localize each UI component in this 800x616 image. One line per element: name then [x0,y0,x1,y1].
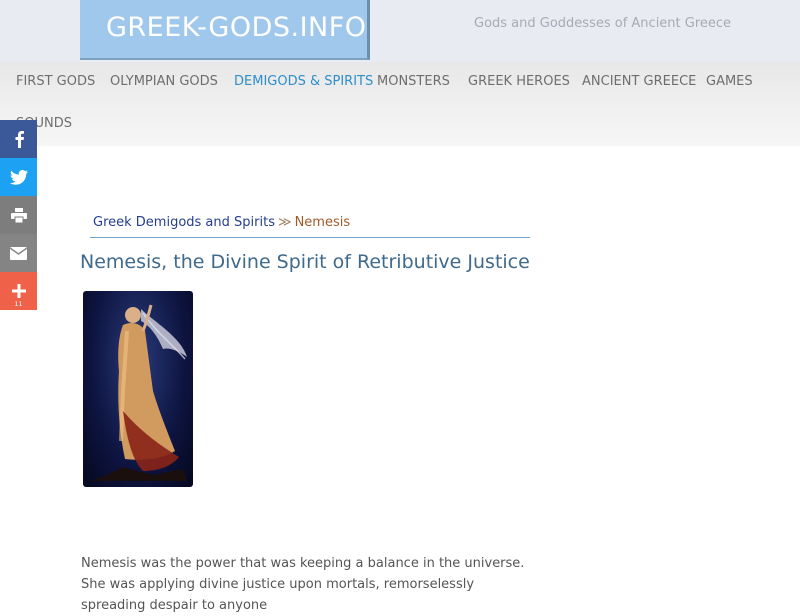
breadcrumb-separator: ≫ [277,215,292,230]
page-title: Nemesis, the Divine Spirit of Retributiv… [80,251,530,273]
site-logo[interactable]: GREEK-GODS.INFO [80,0,370,60]
nemesis-image [83,291,193,487]
nav-item-first-gods[interactable]: FIRST GODS [16,74,95,89]
print-button[interactable] [0,196,37,234]
facebook-icon [15,131,24,148]
twitter-icon [9,169,28,185]
nav-item-olympian-gods[interactable]: OLYMPIAN GODS [110,74,218,89]
facebook-share-button[interactable] [0,120,37,158]
email-share-button[interactable] [0,234,37,272]
print-icon [10,207,27,223]
nav-item-ancient-greece[interactable]: ANCIENT GREECE [582,74,696,89]
nav-item-demigods-spirits[interactable]: DEMIGODS & SPIRITS [234,74,373,89]
share-plus-icon [11,284,26,298]
share-count: 11 [14,301,23,308]
more-share-button[interactable]: 11 [0,272,37,310]
nav-item-games[interactable]: GAMES [706,74,753,89]
breadcrumb-current: Nemesis [294,215,351,230]
twitter-share-button[interactable] [0,158,37,196]
article-intro: Nemesis was the power that was keeping a… [81,556,525,613]
breadcrumb-parent-link[interactable]: Greek Demigods and Spirits [93,215,275,230]
top-header: GREEK-GODS.INFO Gods and Goddesses of An… [0,0,800,62]
email-icon [10,246,27,260]
nemesis-illustration [89,304,187,481]
site-tagline: Gods and Goddesses of Ancient Greece [474,16,732,31]
breadcrumb-divider [90,237,530,238]
nav-item-greek-heroes[interactable]: GREEK HEROES [468,74,570,89]
main-navigation: FIRST GODS OLYMPIAN GODS DEMIGODS & SPIR… [0,62,800,146]
nav-item-monsters[interactable]: MONSTERS [377,74,450,89]
breadcrumb: Greek Demigods and Spirits ≫ Nemesis [93,215,350,230]
